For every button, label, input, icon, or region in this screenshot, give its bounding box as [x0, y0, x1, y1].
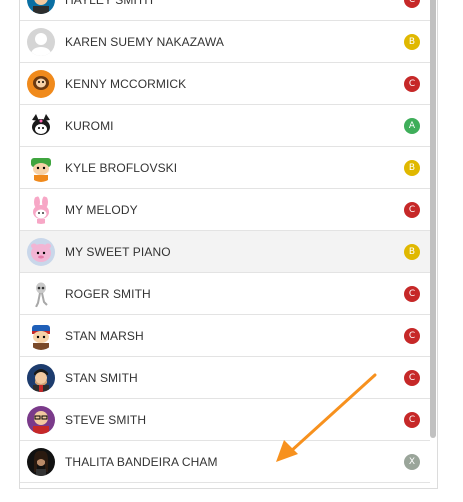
contact-name: HAYLEY SMITH: [65, 0, 154, 7]
contact-row-kenny-mccormick[interactable]: KENNY MCCORMICK C: [20, 63, 430, 105]
stan-marsh-avatar-icon: [27, 322, 55, 350]
contact-row-steve-smith[interactable]: STEVE SMITH C: [20, 399, 430, 441]
default-avatar-icon: [27, 28, 55, 56]
contact-name: MY SWEET PIANO: [65, 245, 171, 259]
contact-row-my-melody[interactable]: MY MELODY C: [20, 189, 430, 231]
contact-row-my-sweet-piano[interactable]: MY SWEET PIANO B: [20, 231, 430, 273]
stan-smith-avatar-icon: [27, 364, 55, 392]
my-melody-avatar-icon: [27, 196, 55, 224]
scrollbar-thumb[interactable]: [430, 0, 436, 438]
roger-avatar-icon: [27, 280, 55, 308]
kyle-avatar-icon: [27, 154, 55, 182]
kuromi-avatar-icon: [27, 112, 55, 140]
status-badge: A: [404, 118, 420, 134]
status-badge: C: [404, 370, 420, 386]
status-badge: C: [404, 286, 420, 302]
contact-row-stan-smith[interactable]: STAN SMITH C: [20, 357, 430, 399]
status-badge: C: [404, 0, 420, 8]
contact-name: KUROMI: [65, 119, 114, 133]
contact-row-karen-suemy-nakazawa[interactable]: KAREN SUEMY NAKAZAWA B: [20, 21, 430, 63]
status-badge: X: [404, 454, 420, 470]
status-badge: B: [404, 34, 420, 50]
my-sweet-piano-avatar-icon: [27, 238, 55, 266]
kenny-avatar-icon: [27, 70, 55, 98]
hayley-avatar-icon: [27, 0, 55, 14]
contact-name: KYLE BROFLOVSKI: [65, 161, 178, 175]
contact-row-stan-marsh[interactable]: STAN MARSH C: [20, 315, 430, 357]
list-bottom-edge: [19, 488, 438, 502]
status-badge: C: [404, 202, 420, 218]
thalita-avatar-icon: [27, 448, 55, 476]
contact-name: THALITA BANDEIRA CHAM: [65, 455, 218, 469]
steve-avatar-icon: [27, 406, 55, 434]
contact-row-roger-smith[interactable]: ROGER SMITH C: [20, 273, 430, 315]
contact-row-kyle-broflovski[interactable]: KYLE BROFLOVSKI B: [20, 147, 430, 189]
contact-name: KENNY MCCORMICK: [65, 77, 187, 91]
contact-name: STEVE SMITH: [65, 413, 147, 427]
contact-list-panel: HAYLEY SMITH C KAREN SUEMY NAKAZAWA B KE…: [19, 0, 438, 492]
scrollbar[interactable]: [430, 0, 436, 492]
contact-row-kuromi[interactable]: KUROMI A: [20, 105, 430, 147]
contact-row-thalita-bandeira-cham[interactable]: THALITA BANDEIRA CHAM X: [20, 441, 430, 483]
status-badge: C: [404, 412, 420, 428]
contact-name: KAREN SUEMY NAKAZAWA: [65, 35, 224, 49]
contact-name: ROGER SMITH: [65, 287, 151, 301]
status-badge: B: [404, 160, 420, 176]
contact-list: HAYLEY SMITH C KAREN SUEMY NAKAZAWA B KE…: [20, 0, 430, 502]
status-badge: C: [404, 328, 420, 344]
contact-name: STAN MARSH: [65, 329, 144, 343]
status-badge: C: [404, 76, 420, 92]
contact-row-hayley-smith[interactable]: HAYLEY SMITH C: [20, 0, 430, 21]
contact-name: MY MELODY: [65, 203, 138, 217]
contact-name: STAN SMITH: [65, 371, 138, 385]
status-badge: B: [404, 244, 420, 260]
